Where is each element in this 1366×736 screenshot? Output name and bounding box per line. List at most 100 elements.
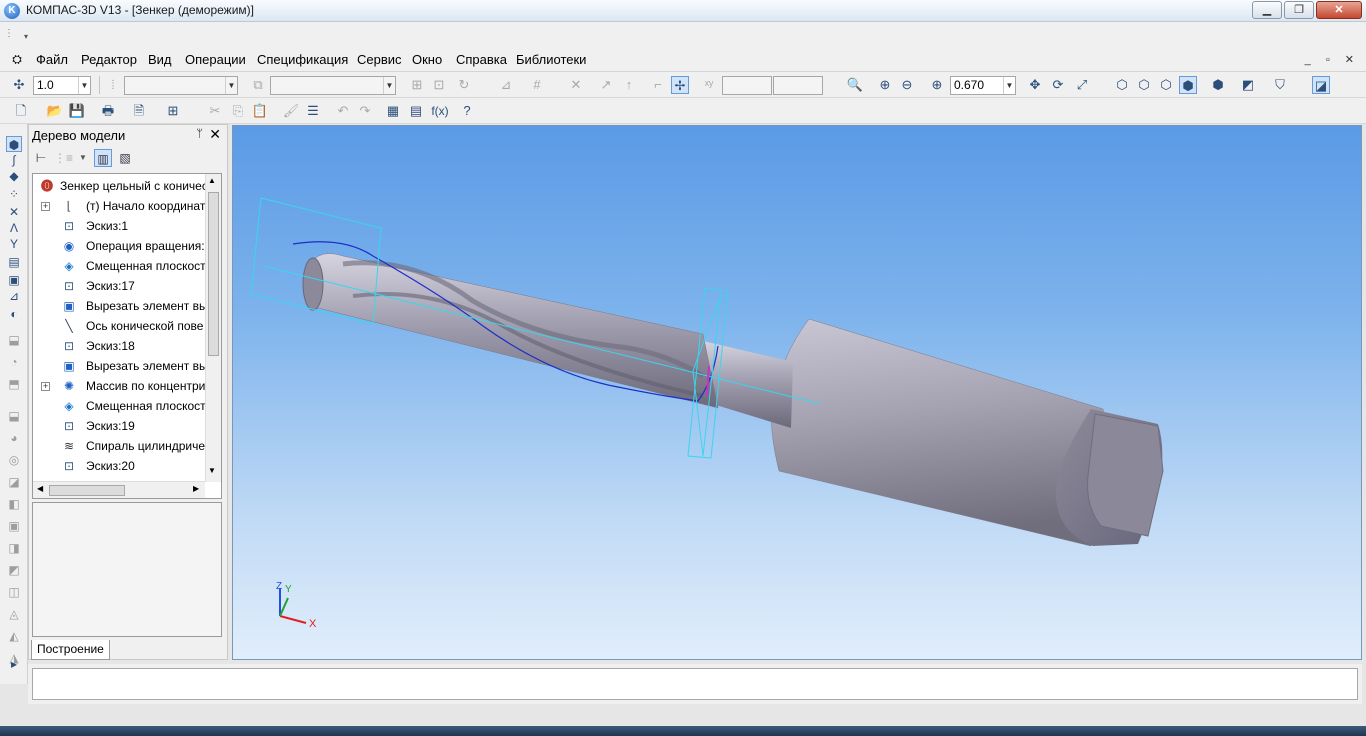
wireframe-icon[interactable]: ⬡ bbox=[1113, 76, 1131, 94]
context-help-icon[interactable]: ? bbox=[458, 102, 476, 120]
properties-icon[interactable]: ☰ bbox=[304, 102, 322, 120]
expand-icon[interactable]: + bbox=[41, 382, 50, 391]
document-menu-icon[interactable]: ⛭ bbox=[9, 52, 25, 68]
menu-view[interactable]: Вид bbox=[148, 52, 172, 67]
cursor-snap-icon[interactable]: ✢ bbox=[671, 76, 689, 94]
tree-item[interactable]: ╲ Ось конической пове bbox=[33, 316, 205, 336]
reports-icon[interactable]: ▣ bbox=[6, 272, 22, 288]
taskbar bbox=[0, 726, 1366, 736]
tree-vertical-scrollbar[interactable]: ▲ ▼ bbox=[205, 174, 221, 482]
step-combo[interactable]: 1.0 ▼ bbox=[33, 76, 91, 95]
tree-item[interactable]: ◈ Смещенная плоскость bbox=[33, 256, 205, 276]
scroll-thumb[interactable] bbox=[49, 485, 125, 496]
snap-point-icon[interactable]: ✣ bbox=[10, 76, 28, 94]
surfaces-icon[interactable]: ◆ bbox=[6, 168, 22, 184]
menu-operations[interactable]: Операции bbox=[185, 52, 246, 67]
menu-file[interactable]: Файл bbox=[36, 52, 68, 67]
menu-help[interactable]: Справка bbox=[456, 52, 507, 67]
tree-item[interactable]: ◉ Операция вращения:1 bbox=[33, 236, 205, 256]
more-tools-icon[interactable]: ▸ bbox=[6, 656, 22, 672]
tree-item[interactable]: ≋ Спираль цилиндриче bbox=[33, 436, 205, 456]
scroll-right-icon[interactable]: ▶ bbox=[193, 484, 199, 493]
layer-combo[interactable]: ▼ bbox=[270, 76, 396, 95]
auxiliary-geometry-icon[interactable]: ✕ bbox=[6, 204, 22, 220]
zoom-scale-icon[interactable]: ⊕ bbox=[928, 76, 946, 94]
tree-item[interactable]: ⊡ Эскиз:19 bbox=[33, 416, 205, 436]
arrays-icon[interactable]: ⁘ bbox=[6, 186, 22, 202]
tree-item[interactable]: ⊡ Эскиз:18 bbox=[33, 336, 205, 356]
pin-icon[interactable]: ᛘ bbox=[196, 128, 203, 140]
zoom-combo[interactable]: 0.670 ▼ bbox=[950, 76, 1016, 95]
minimize-button[interactable]: ▁ bbox=[1252, 1, 1282, 19]
fillet-icon: ◪ bbox=[8, 475, 20, 489]
tree-item[interactable]: ⊡ Эскиз:20 bbox=[33, 456, 205, 476]
function-icon[interactable]: f(x) bbox=[429, 102, 451, 120]
hidden-thin-icon[interactable]: ⬡ bbox=[1157, 76, 1175, 94]
sheet-metal-icon[interactable]: ◐ bbox=[6, 306, 22, 322]
specification-icon[interactable]: ▤ bbox=[6, 254, 22, 270]
new-document-icon[interactable]: 🗋 bbox=[12, 102, 30, 120]
orbit-icon[interactable]: ⟳ bbox=[1049, 76, 1067, 94]
edit-details-icon[interactable]: ⬢ bbox=[6, 136, 22, 152]
orientation-icon[interactable]: ⤢ bbox=[1073, 76, 1091, 94]
variables-icon[interactable]: ▦ bbox=[384, 102, 402, 120]
scroll-down-icon[interactable]: ▼ bbox=[208, 466, 216, 475]
tree-root[interactable]: ⓿ Зенкер цельный с коничес bbox=[33, 176, 205, 196]
tree-structure-icon[interactable]: ⊢ bbox=[32, 149, 50, 167]
cut-revolve-icon: ◕ bbox=[10, 431, 18, 445]
zoom-out-icon[interactable]: ⊖ bbox=[898, 76, 916, 94]
menu-libraries[interactable]: Библиотеки bbox=[516, 52, 586, 67]
document-window-controls[interactable]: _ ▫ ✕ bbox=[1305, 53, 1360, 66]
zoom-in-icon[interactable]: ⊕ bbox=[876, 76, 894, 94]
model-viewport[interactable]: Z Y X bbox=[232, 125, 1362, 660]
perspective-icon[interactable]: ◩ bbox=[1239, 76, 1257, 94]
show-tree-icon[interactable]: ▥ bbox=[94, 149, 112, 167]
tree-item[interactable]: ◈ Смещенная плоскость bbox=[33, 396, 205, 416]
tree-item[interactable]: + ✺ Массив по концентри bbox=[33, 376, 205, 396]
spatial-curves-icon[interactable]: ∫ bbox=[6, 152, 22, 168]
section-icon[interactable]: ◪ bbox=[1312, 76, 1330, 94]
chevron-down-icon[interactable]: ▼ bbox=[74, 149, 92, 167]
filter-icon[interactable]: ⛉ bbox=[1271, 76, 1289, 94]
coord-y-field[interactable] bbox=[773, 76, 823, 95]
open-icon[interactable]: 📂 bbox=[46, 102, 64, 120]
expand-icon[interactable]: + bbox=[41, 202, 50, 211]
menu-window[interactable]: Окно bbox=[412, 52, 442, 67]
pan-icon[interactable]: ✥ bbox=[1026, 76, 1044, 94]
shaded-icon[interactable]: ⬢ bbox=[1179, 76, 1197, 94]
tree-horizontal-scrollbar[interactable]: ◀ ▶ bbox=[33, 481, 205, 498]
tree-item[interactable]: ▣ Вырезать элемент вы bbox=[33, 356, 205, 376]
toolbar-options-icon[interactable]: ▾ bbox=[24, 32, 28, 41]
tree-item[interactable]: ⊡ Эскиз:17 bbox=[33, 276, 205, 296]
measure-icon[interactable]: ⊿ bbox=[6, 288, 22, 304]
tree-mode-icon[interactable]: ⋮≡ bbox=[54, 149, 73, 167]
close-icon[interactable]: ✕ bbox=[209, 126, 221, 143]
manager-icon[interactable]: ⊞ bbox=[164, 102, 182, 120]
tab-build[interactable]: Построение bbox=[31, 640, 110, 660]
scroll-thumb[interactable] bbox=[208, 192, 219, 356]
tree-view-icon[interactable]: ▤ bbox=[407, 102, 425, 120]
menu-specification[interactable]: Спецификация bbox=[257, 52, 348, 67]
restore-button[interactable]: ❐ bbox=[1284, 1, 1314, 19]
tree-item[interactable]: ⊡ Эскиз:1 bbox=[33, 216, 205, 236]
style-combo[interactable]: ▼ bbox=[124, 76, 238, 95]
tree-item[interactable]: + ⌊ (т) Начало координат bbox=[33, 196, 205, 216]
hidden-lines-icon[interactable]: ⬡ bbox=[1135, 76, 1153, 94]
tree-item[interactable]: ▣ Вырезать элемент вы bbox=[33, 296, 205, 316]
scroll-up-icon[interactable]: ▲ bbox=[208, 176, 216, 185]
menu-service[interactable]: Сервис bbox=[357, 52, 402, 67]
menu-editor[interactable]: Редактор bbox=[81, 52, 137, 67]
save-icon[interactable]: 💾 bbox=[68, 102, 86, 120]
zoom-window-icon[interactable]: 🔍 bbox=[846, 76, 864, 94]
grip-icon[interactable]: ⋮ bbox=[4, 28, 14, 39]
dimensions-icon[interactable]: Λ bbox=[6, 220, 22, 236]
preview-icon[interactable]: 🗎 bbox=[130, 102, 148, 120]
coord-x-field[interactable] bbox=[722, 76, 772, 95]
shaded-edges-icon[interactable]: ⬢ bbox=[1209, 76, 1227, 94]
scroll-left-icon[interactable]: ◀ bbox=[37, 484, 43, 493]
close-button[interactable]: ✕ bbox=[1316, 1, 1362, 19]
filters-icon[interactable]: Y bbox=[6, 236, 22, 252]
show-relations-icon[interactable]: ▧ bbox=[116, 149, 134, 167]
zoom-value: 0.670 bbox=[954, 78, 985, 92]
print-icon[interactable]: 🖶 bbox=[99, 102, 117, 120]
